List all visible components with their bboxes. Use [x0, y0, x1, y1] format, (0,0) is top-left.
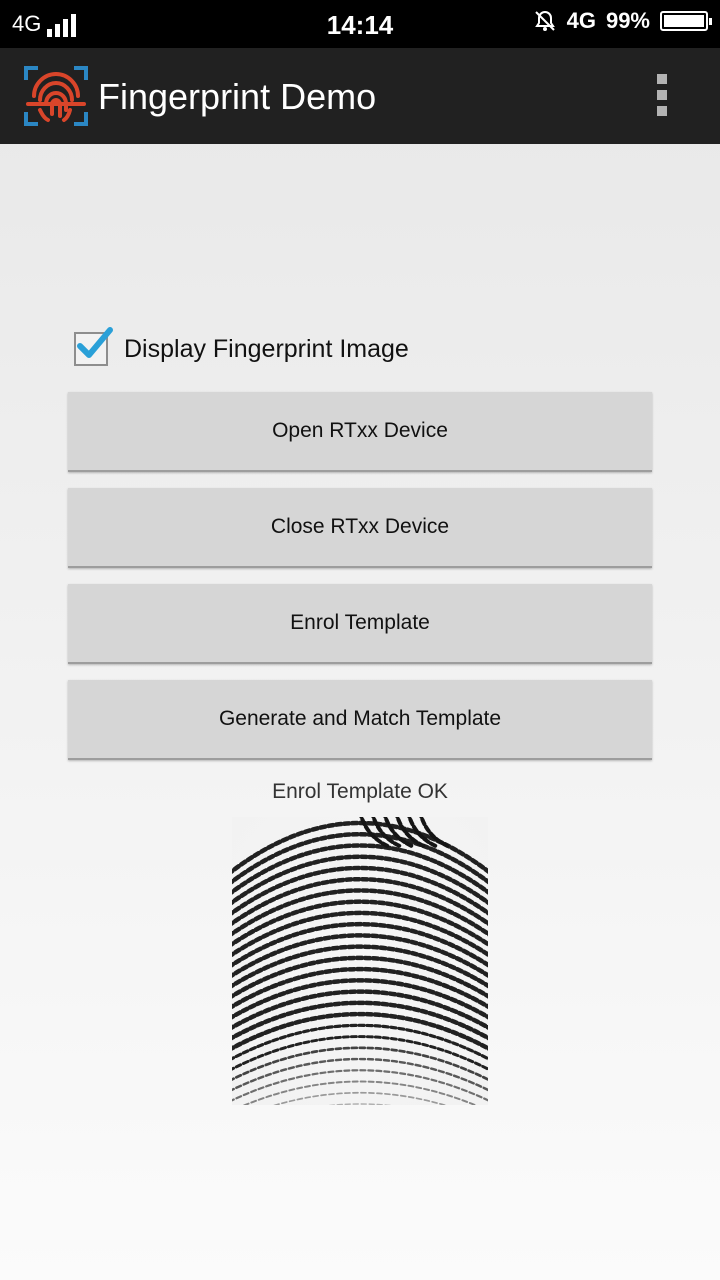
battery-icon: [660, 11, 712, 31]
app-title: Fingerprint Demo: [98, 76, 377, 117]
overflow-menu-icon[interactable]: [648, 74, 676, 118]
display-image-label: Display Fingerprint Image: [124, 334, 409, 363]
status-message: Enrol Template OK: [272, 780, 448, 803]
status-bar: 4G 14:14 4G 99%: [0, 0, 720, 48]
fingerprint-image: [232, 817, 488, 1105]
fingerprint-scan-icon: [24, 66, 88, 126]
enrol-template-button[interactable]: Enrol Template: [68, 584, 652, 664]
network-type-right: 4G: [566, 8, 596, 33]
close-device-button[interactable]: Close RTxx Device: [68, 488, 652, 568]
display-image-checkbox[interactable]: [74, 327, 113, 366]
open-device-button[interactable]: Open RTxx Device: [68, 392, 652, 472]
checkmark-icon: [77, 327, 113, 358]
display-image-checkbox-row[interactable]: Display Fingerprint Image: [74, 327, 409, 366]
battery-percent: 99%: [605, 8, 650, 33]
generate-match-button[interactable]: Generate and Match Template: [68, 680, 652, 760]
app-bar: Fingerprint Demo: [0, 48, 720, 144]
status-icons: 4G 99%: [533, 8, 712, 34]
alarm-off-icon: [534, 10, 555, 31]
